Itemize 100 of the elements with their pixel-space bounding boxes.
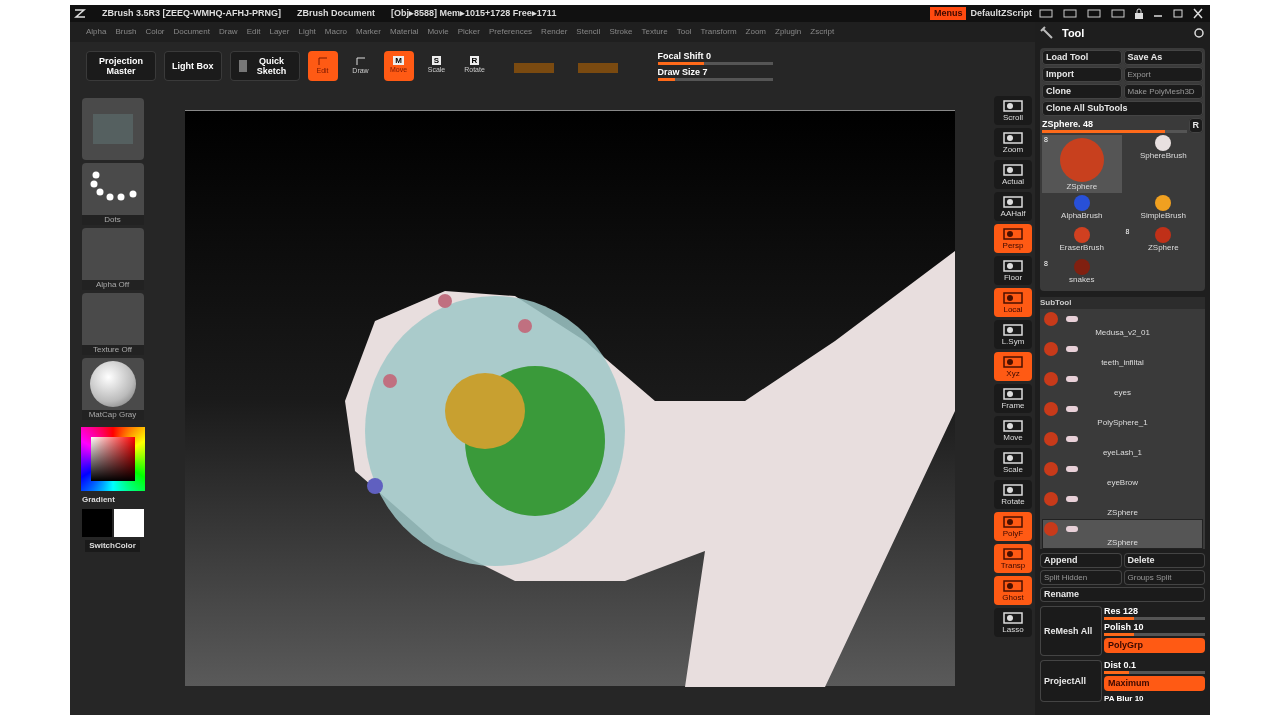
shelf-button[interactable]: Zoom — [994, 128, 1032, 157]
thumbnail-button[interactable]: Alpha Off — [81, 228, 144, 290]
tool-slider[interactable]: ZSphere. 48 — [1042, 118, 1187, 133]
switch-color-button[interactable]: SwitchColor — [85, 540, 140, 552]
brush-thumbnail[interactable]: SphereBrush — [1123, 135, 1203, 165]
visibility-toggle[interactable] — [1066, 345, 1078, 352]
subtool-item[interactable]: teeth_infiltal — [1042, 339, 1203, 369]
remesh-all-button[interactable]: ReMesh All — [1040, 606, 1102, 656]
menu-item[interactable]: Edit — [246, 26, 261, 38]
layout-icon[interactable] — [1084, 8, 1104, 19]
maximize-icon[interactable] — [1170, 8, 1186, 19]
menus-button[interactable]: Menus — [929, 6, 967, 21]
shelf-button[interactable]: Xyz — [994, 352, 1032, 381]
distance-slider[interactable]: Dist 0.1 — [1104, 660, 1205, 674]
menu-item[interactable]: Light — [298, 26, 316, 38]
subtool-item[interactable]: eyes — [1042, 369, 1203, 399]
menu-item[interactable]: Movie — [427, 26, 449, 38]
subtool-item[interactable]: PolySphere_1 — [1042, 399, 1203, 429]
visibility-toggle[interactable] — [1066, 465, 1078, 472]
menu-item[interactable]: Marker — [356, 26, 381, 38]
subtool-item[interactable]: eyeBrow — [1042, 459, 1203, 489]
rename-button[interactable]: Rename — [1040, 587, 1205, 602]
project-all-button[interactable]: ProjectAll — [1040, 660, 1102, 702]
main-color-swatch[interactable] — [81, 509, 112, 537]
shelf-button[interactable]: Scroll — [994, 96, 1032, 125]
shelf-button[interactable]: Transp — [994, 544, 1032, 573]
subtool-item[interactable]: eyeLash_1 — [1042, 429, 1203, 459]
layout-icon[interactable] — [1036, 8, 1056, 19]
menu-item[interactable]: Zplugin — [775, 26, 802, 38]
clone-all-button[interactable]: Clone All SubTools — [1042, 101, 1203, 116]
toolbar-button[interactable]: Quick Sketch — [229, 51, 300, 81]
polygroup-toggle[interactable]: PolyGrp — [1104, 638, 1205, 653]
menu-item[interactable]: Alpha — [86, 26, 107, 38]
shelf-button[interactable]: Actual — [994, 160, 1032, 189]
menu-item[interactable]: Texture — [641, 26, 668, 38]
tool-button[interactable]: Load Tool — [1042, 50, 1122, 65]
subtool-item[interactable]: ZSphere — [1042, 519, 1203, 549]
visibility-toggle[interactable] — [1066, 435, 1078, 442]
toolbar-button[interactable]: Light Box — [164, 51, 222, 81]
menu-item[interactable]: Document — [173, 26, 210, 38]
menu-item[interactable]: Transform — [700, 26, 737, 38]
brush-thumbnail[interactable]: EraserBrush — [1042, 227, 1122, 257]
shelf-button[interactable]: Scale — [994, 448, 1032, 477]
tool-button[interactable]: Import — [1042, 67, 1122, 82]
shelf-button[interactable]: L.Sym — [994, 320, 1032, 349]
menu-item[interactable]: Color — [145, 26, 165, 38]
layout-icon[interactable] — [1108, 8, 1128, 19]
menu-item[interactable]: Draw — [218, 26, 238, 38]
menu-item[interactable]: Macro — [324, 26, 348, 38]
visibility-toggle[interactable] — [1066, 375, 1078, 382]
brush-thumbnail[interactable]: AlphaBrush — [1042, 195, 1122, 225]
shelf-button[interactable]: Rotate — [994, 480, 1032, 509]
layout-icon[interactable] — [1060, 8, 1080, 19]
menu-item[interactable]: Layer — [269, 26, 290, 38]
lock-icon[interactable] — [1132, 8, 1146, 19]
menu-item[interactable]: Brush — [115, 26, 137, 38]
res-slider[interactable]: Res 128 — [1104, 606, 1205, 620]
thumbnail-button[interactable] — [81, 98, 144, 160]
shelf-button[interactable]: AAHalf — [994, 192, 1032, 221]
thumbnail-button[interactable]: MatCap Gray — [81, 358, 144, 420]
subtool-item[interactable]: ZSphere — [1042, 489, 1203, 519]
tool-button[interactable]: Save As — [1123, 50, 1203, 65]
close-icon[interactable] — [1190, 8, 1206, 19]
menu-item[interactable]: Picker — [457, 26, 480, 38]
thumbnail-button[interactable]: Dots — [81, 163, 144, 225]
slider[interactable]: Draw Size 7 — [657, 67, 773, 81]
shelf-button[interactable]: Floor — [994, 256, 1032, 285]
shelf-button[interactable]: PolyF — [994, 512, 1032, 541]
visibility-toggle[interactable] — [1066, 315, 1078, 322]
shelf-button[interactable]: Persp — [994, 224, 1032, 253]
menu-item[interactable]: Render — [541, 26, 568, 38]
shelf-button[interactable]: Local — [994, 288, 1032, 317]
maximum-toggle[interactable]: Maximum — [1104, 676, 1205, 691]
visibility-toggle[interactable] — [1066, 495, 1078, 502]
color-picker[interactable] — [80, 427, 145, 491]
slider[interactable]: Focal Shift 0 — [657, 51, 773, 65]
brush-thumbnail[interactable]: SimpleBrush — [1123, 195, 1203, 225]
menu-item[interactable]: Material — [389, 26, 419, 38]
groups-split-button[interactable]: Groups Split — [1123, 570, 1205, 585]
menu-item[interactable]: Tool — [676, 26, 692, 38]
shelf-button[interactable]: Move — [994, 416, 1032, 445]
menu-item[interactable]: Preferences — [488, 26, 533, 38]
shelf-button[interactable]: Ghost — [994, 576, 1032, 605]
r-button[interactable]: R — [1188, 118, 1203, 133]
secondary-color-swatch[interactable] — [113, 509, 144, 537]
menu-item[interactable]: Zoom — [745, 26, 767, 38]
subtool-item[interactable]: Medusa_v2_01 — [1042, 309, 1203, 339]
thumbnail-button[interactable]: Texture Off — [81, 293, 144, 355]
shelf-button[interactable]: Frame — [994, 384, 1032, 413]
polish-slider[interactable]: Polish 10 — [1104, 622, 1205, 636]
menu-item[interactable]: Stencil — [576, 26, 601, 38]
shelf-button[interactable]: Lasso — [994, 608, 1032, 637]
menu-item[interactable]: Stroke — [609, 26, 633, 38]
append-button[interactable]: Append — [1040, 553, 1122, 568]
split-hidden-button[interactable]: Split Hidden — [1040, 570, 1122, 585]
visibility-toggle[interactable] — [1066, 525, 1078, 532]
delete-button[interactable]: Delete — [1123, 553, 1205, 568]
menu-item[interactable]: Zscript — [810, 26, 835, 38]
subtool-header[interactable]: SubTool — [1040, 297, 1205, 309]
tool-button[interactable]: Clone — [1042, 84, 1122, 99]
